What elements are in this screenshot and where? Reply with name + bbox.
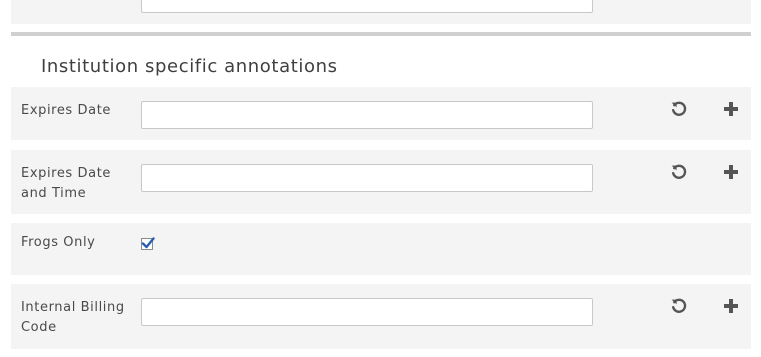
expires-date-input[interactable] [141,101,593,129]
expires-date-time-label: Expires Date and Time [21,166,112,201]
field-row-internal-billing-code: Internal Billing Code [11,284,751,349]
section-title: Institution specific annotations [41,56,338,77]
plus-icon[interactable] [722,163,740,181]
plus-icon[interactable] [722,297,740,315]
undo-icon[interactable] [670,163,688,181]
field-row-frogs-only: Frogs Only [11,223,751,275]
field-row-expires-date: Expires Date [11,87,751,140]
undo-icon[interactable] [670,100,688,118]
field-row-expires-date-time: Expires Date and Time [11,150,751,214]
expires-date-time-input[interactable] [141,164,593,192]
frogs-only-checkbox[interactable] [141,237,155,250]
plus-icon[interactable] [722,100,740,118]
undo-icon[interactable] [670,297,688,315]
expires-date-label: Expires Date [21,103,112,118]
previous-field-input[interactable] [141,0,593,13]
internal-billing-code-label: Internal Billing Code [21,300,125,335]
internal-billing-code-input[interactable] [141,298,593,326]
previous-field-row [11,0,751,24]
frogs-only-label: Frogs Only [21,235,96,250]
annotations-form: Institution specific annotations Expires… [0,0,761,357]
section-divider [11,32,751,36]
